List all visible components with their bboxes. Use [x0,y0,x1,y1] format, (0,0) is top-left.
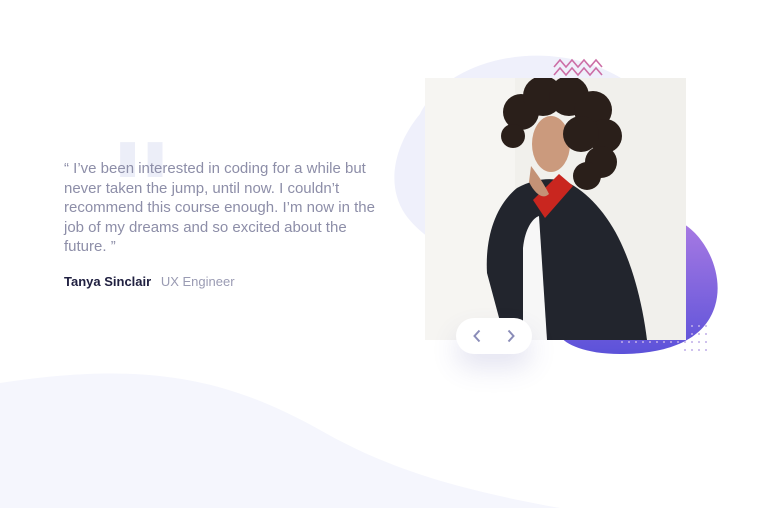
next-button[interactable] [497,322,525,350]
face-shape [532,116,570,172]
testimonial-photo [425,78,686,340]
portrait-illustration [425,78,686,340]
author-role: UX Engineer [160,274,235,289]
author-name: Tanya Sinclair [64,274,152,289]
chevron-left-icon [473,329,481,343]
testimonial-quote: “ I’ve been interested in coding for a w… [64,160,375,255]
slider-nav [456,318,532,354]
author-info: Tanya Sinclair UX Engineer [64,274,235,290]
chevron-right-icon [507,329,515,343]
prev-button[interactable] [463,322,491,350]
